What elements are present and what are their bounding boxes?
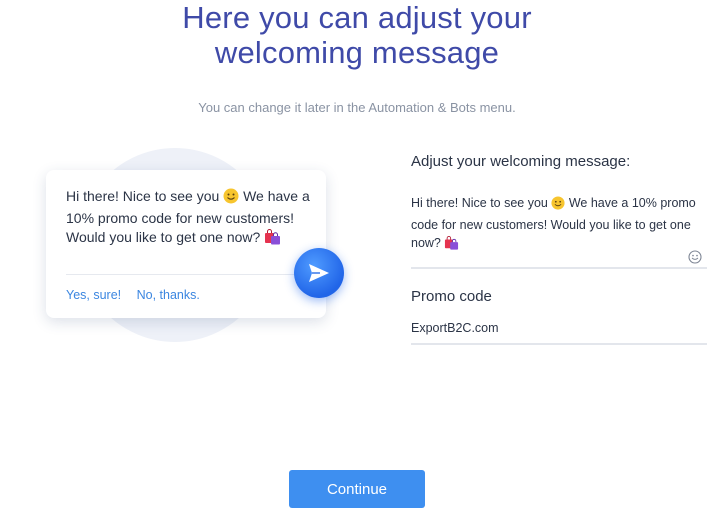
welcome-message-label: Adjust your welcoming message: (411, 153, 631, 170)
welcome-message-input[interactable]: Hi there! Nice to see you We have a 10% … (411, 194, 703, 256)
page-title-line-1: Here you can adjust your (182, 0, 532, 35)
quick-reply-yes[interactable]: Yes, sure! (66, 288, 121, 302)
slightly-smiling-face-emoji-icon (551, 196, 565, 216)
page-subtitle: You can change it later in the Automatio… (198, 100, 516, 115)
slightly-smiling-face-emoji-icon (223, 188, 239, 209)
quick-reply-no[interactable]: No, thanks. (137, 288, 200, 302)
shopping-bags-emoji-icon (444, 236, 459, 256)
page-title-line-2: welcoming message (214, 35, 500, 70)
chat-preview-message: Hi there! Nice to see you We have a 10% … (66, 187, 316, 250)
chat-preview-message-text-1: Hi there! Nice to see you (66, 188, 224, 204)
send-icon (309, 264, 329, 282)
chat-preview-card: Hi there! Nice to see you We have a 10% … (46, 170, 326, 318)
promo-code-label: Promo code (411, 288, 492, 305)
promo-code-input[interactable]: ExportB2C.com (411, 319, 703, 338)
send-button[interactable] (294, 248, 344, 298)
emoji-picker-button[interactable] (688, 250, 702, 264)
smiley-face-icon (688, 250, 702, 264)
welcome-message-underline (411, 267, 707, 269)
continue-button[interactable]: Continue (289, 470, 425, 508)
promo-code-underline (411, 343, 707, 345)
welcome-message-text-1: Hi there! Nice to see you (411, 196, 552, 210)
chat-preview-divider (66, 274, 306, 275)
chat-quick-replies: Yes, sure! No, thanks. (66, 288, 200, 302)
page-title: Here you can adjust your welcoming messa… (0, 0, 714, 70)
shopping-bags-emoji-icon (264, 229, 281, 250)
